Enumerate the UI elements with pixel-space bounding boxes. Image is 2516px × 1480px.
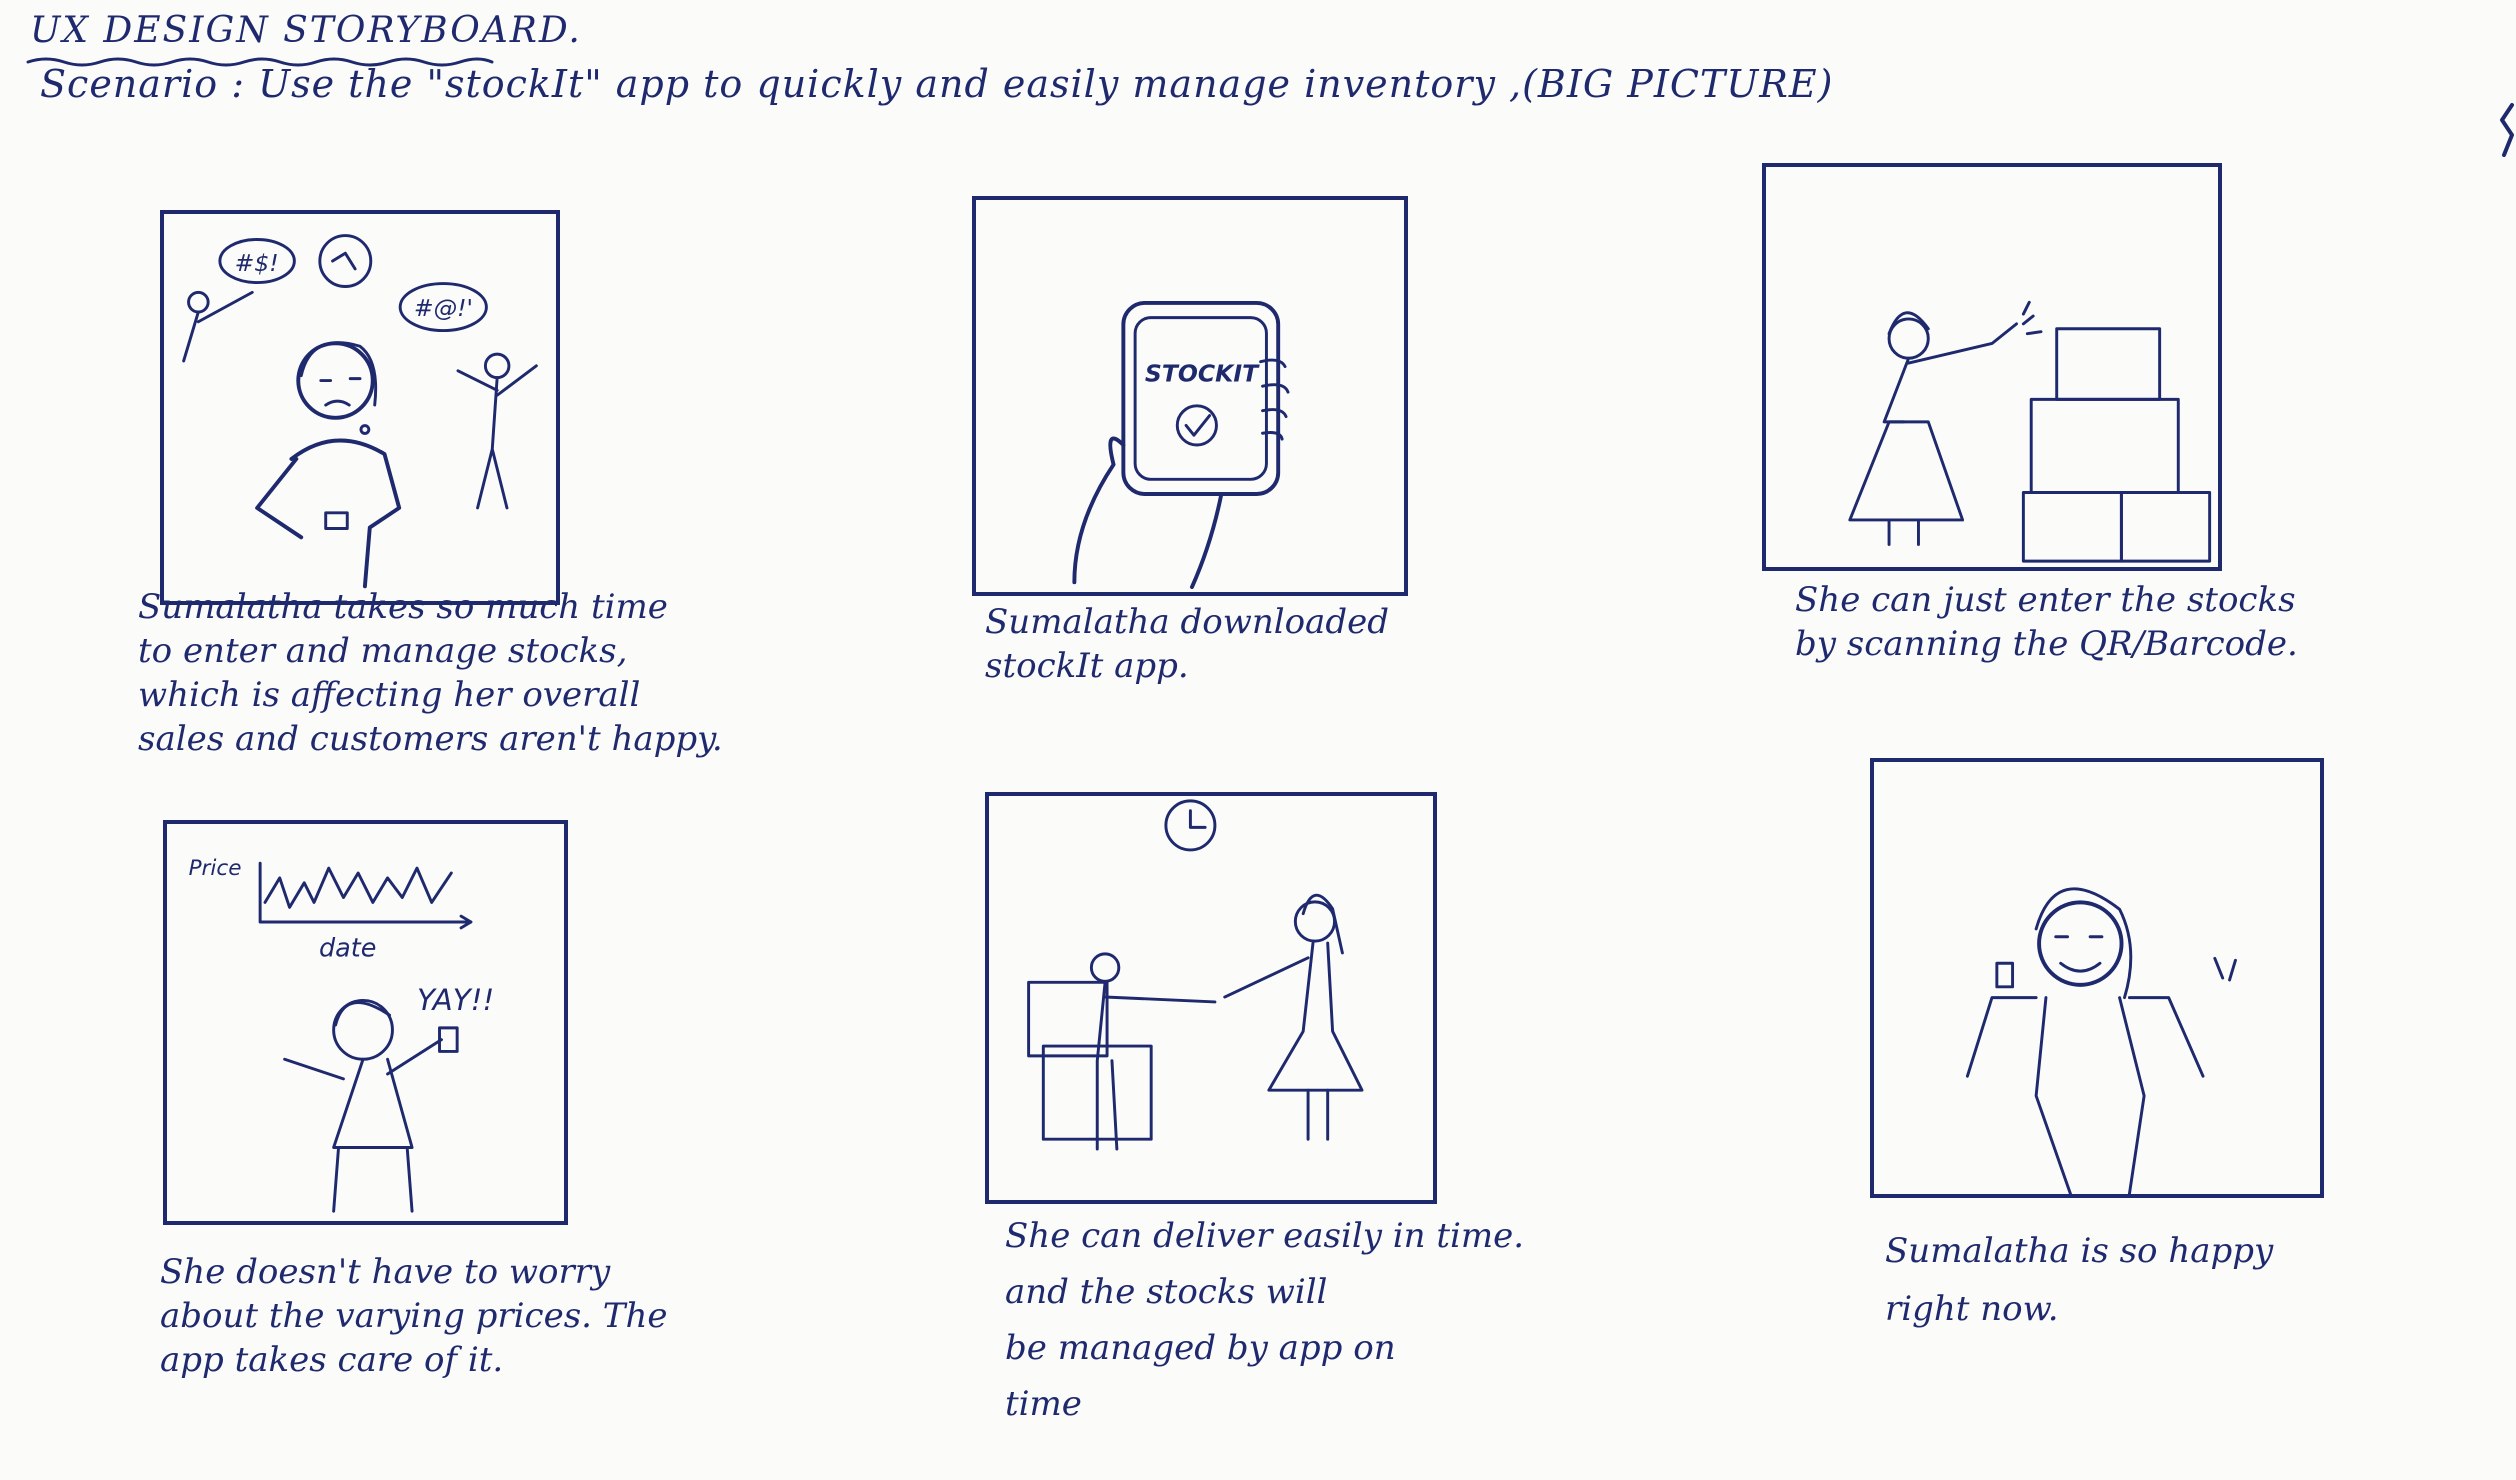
storyboard-panel-3	[1762, 163, 2222, 571]
panel-1-sketch: #$! #@!'	[182, 234, 538, 589]
panel-3-caption: She can just enter the stocks by scannin…	[1795, 580, 2298, 664]
panel-6-sketch	[1965, 887, 2237, 1194]
panel-5-caption: She can deliver easily in time. and the …	[1005, 1216, 1525, 1424]
chart-y-label: Price	[189, 856, 242, 881]
panel-4-caption: She doesn't have to worry about the vary…	[160, 1252, 668, 1380]
storyboard-panel-6	[1870, 758, 2324, 1198]
chart-x-label: date	[319, 933, 376, 963]
phone-app-label: STOCKIT	[1145, 359, 1260, 387]
scenario-text: Scenario : Use the "stockIt" app to quic…	[40, 62, 1834, 106]
bubble-left-text: #$!	[235, 249, 279, 277]
panel-3-sketch	[1848, 300, 2212, 563]
yay-exclaim: YAY!!	[417, 983, 494, 1017]
storyboard-panel-2: STOCKIT	[972, 196, 1408, 596]
panel-5-sketch	[1027, 799, 1364, 1151]
storyboard-title: UX DESIGN STORYBOARD.	[30, 10, 582, 51]
panel-4-sketch: Price date YAY!!	[189, 856, 494, 1213]
panel-6-caption: Sumalatha is so happy right now.	[1885, 1231, 2274, 1329]
paper-edge-mark	[2500, 103, 2514, 157]
panel-2-caption: Sumalatha downloaded stockIt app.	[985, 602, 1389, 686]
panel-2-sketch: STOCKIT	[1072, 300, 1290, 590]
panel-1-caption: Sumalatha takes so much time to enter an…	[138, 587, 723, 759]
bubble-right-text: #@!'	[414, 294, 473, 322]
storyboard-panel-4: Price date YAY!!	[163, 820, 568, 1225]
storyboard-panel-1: #$! #@!'	[160, 210, 560, 605]
storyboard-panel-5	[985, 792, 1437, 1204]
